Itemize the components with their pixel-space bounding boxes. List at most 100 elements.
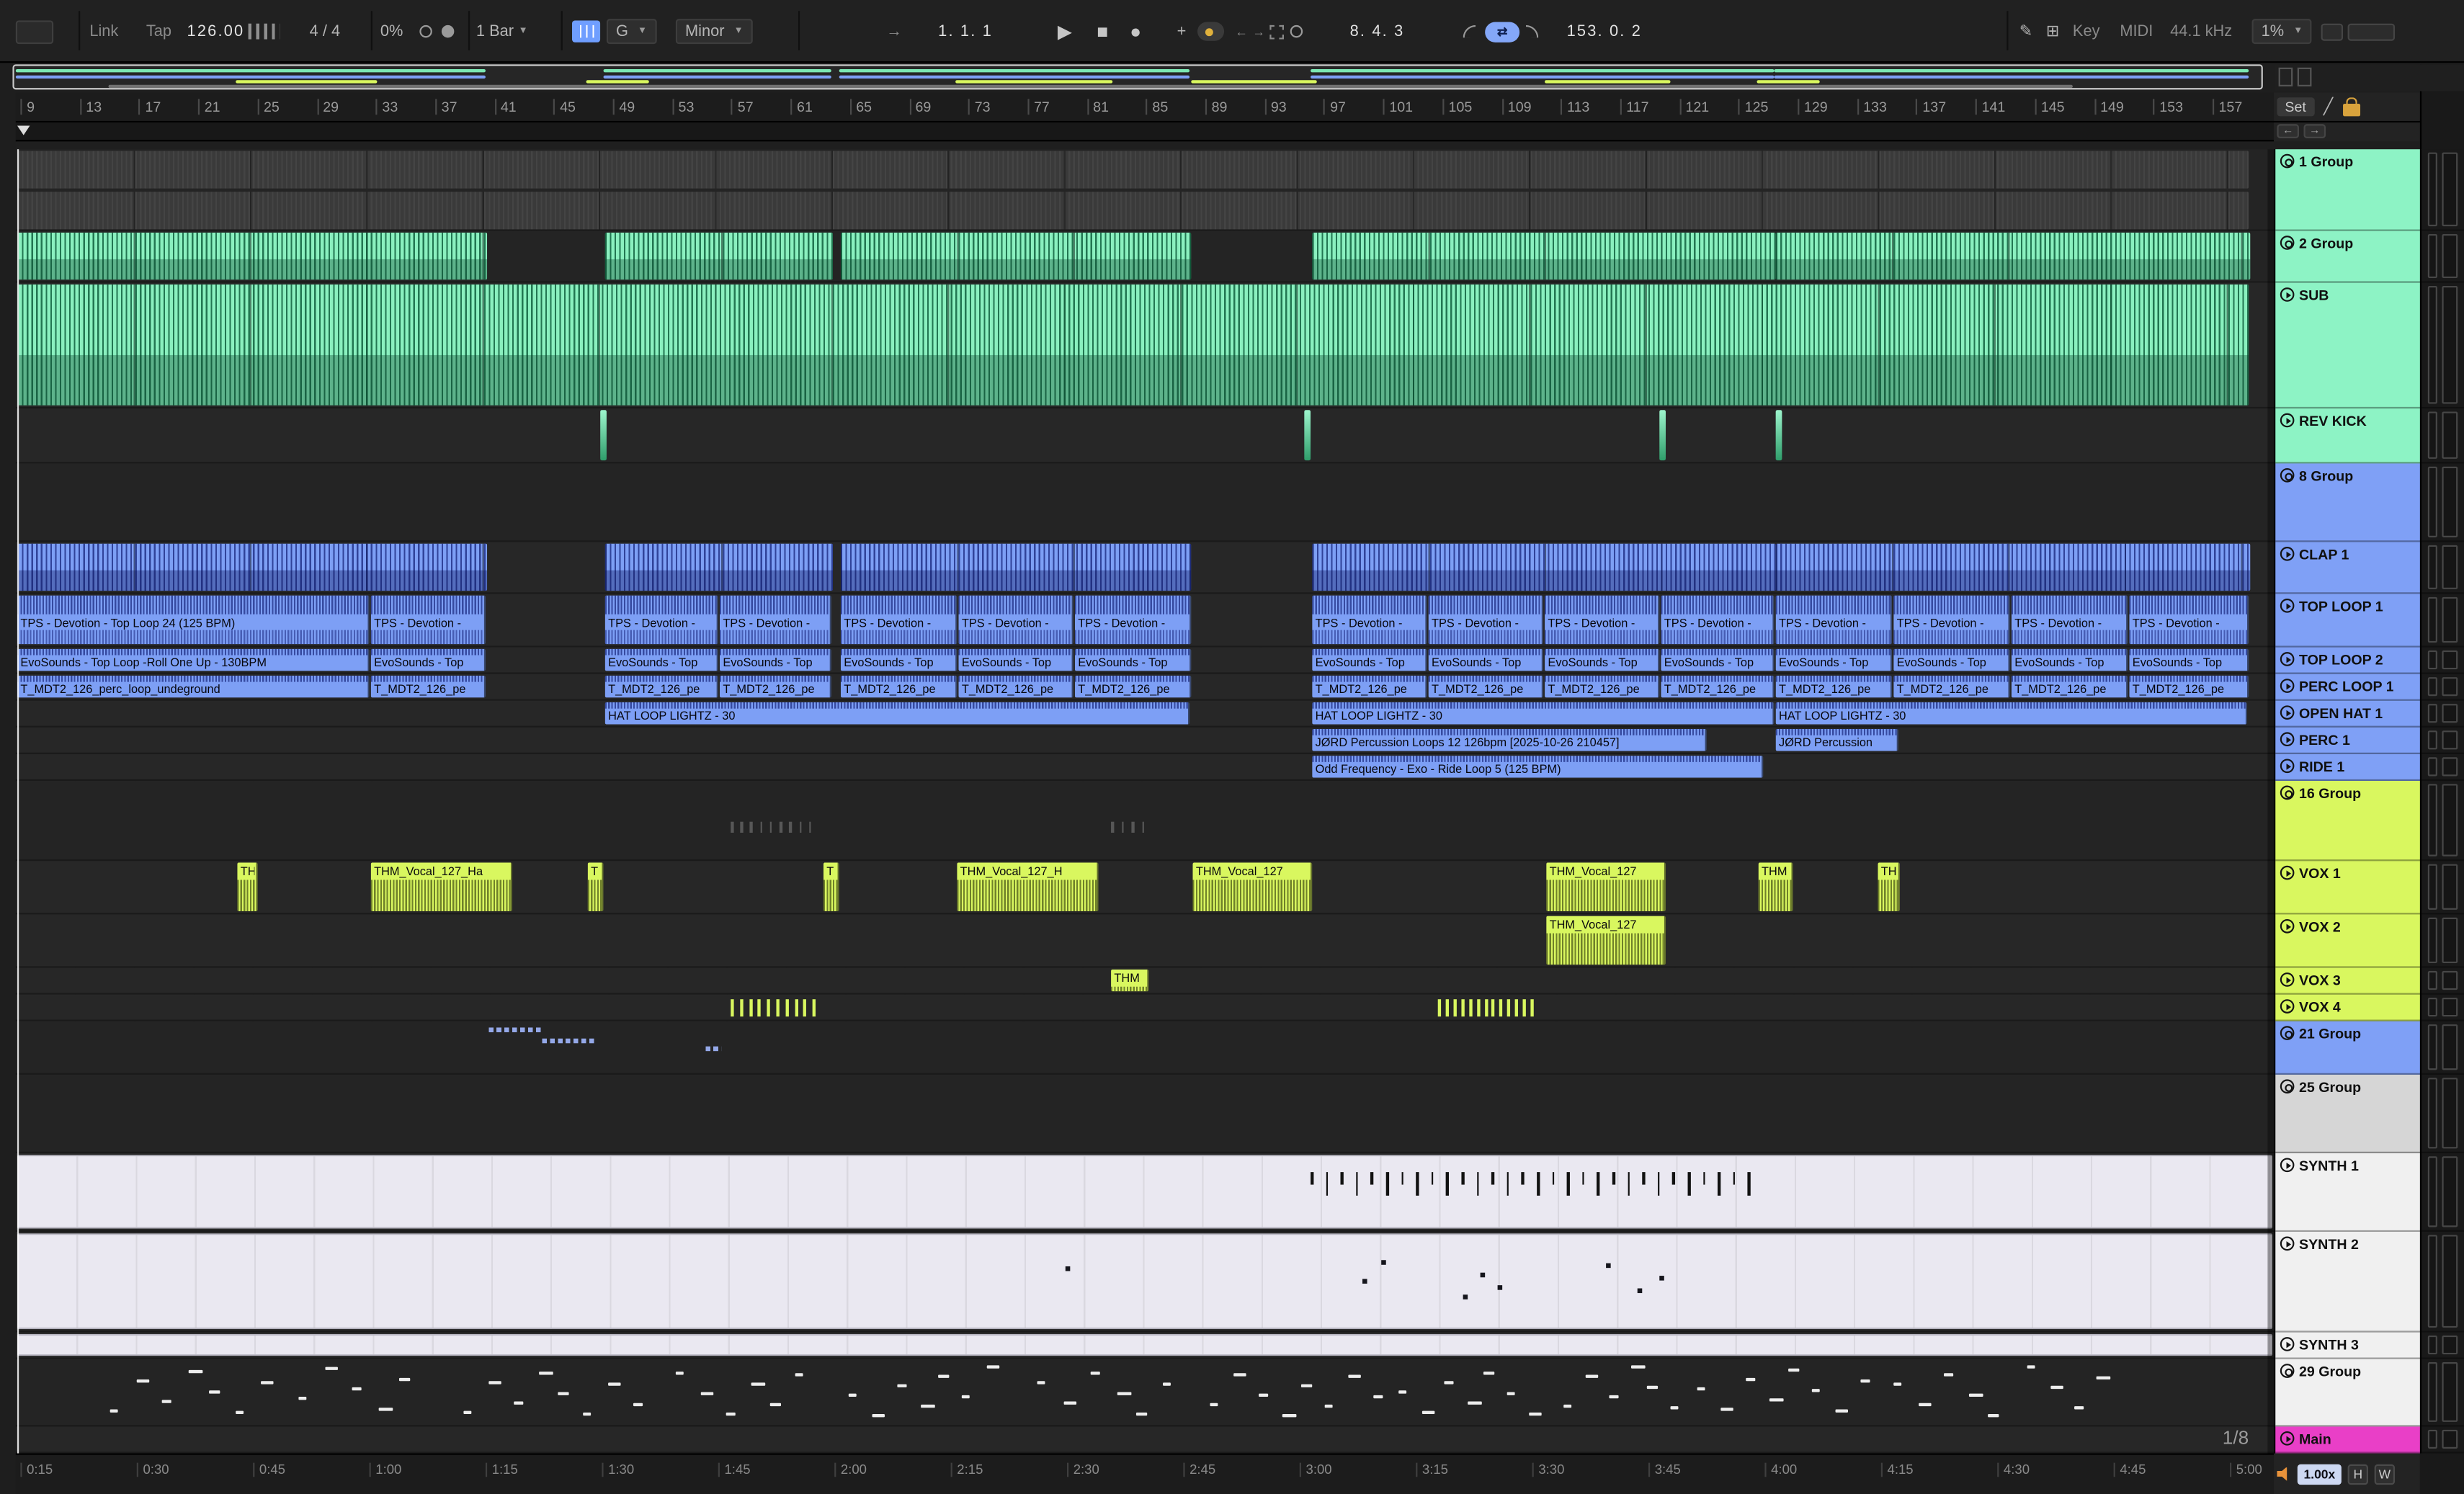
mixer-strip[interactable] — [2421, 728, 2464, 754]
vertical-scrollbar[interactable] — [2267, 149, 2275, 1454]
mixer-box[interactable] — [2427, 704, 2437, 723]
mixer-box[interactable] — [2427, 1429, 2437, 1449]
loop-length-display[interactable]: 153. 0. 2 — [1567, 0, 1643, 63]
audio-clip[interactable]: EvoSounds - Top — [1545, 648, 1660, 671]
mixer-box[interactable] — [2427, 1156, 2437, 1227]
preview-speaker-icon[interactable] — [2277, 1467, 2287, 1481]
mixer-box[interactable] — [2427, 730, 2437, 750]
track-header-perc-loop-1[interactable]: PERC LOOP 1 — [2275, 674, 2422, 701]
audio-clip[interactable]: THM — [1111, 969, 1149, 992]
group-fold-icon[interactable] — [2280, 468, 2295, 483]
midi-map-button[interactable]: MIDI — [2120, 0, 2153, 63]
mixer-box[interactable] — [2427, 285, 2437, 404]
track-header-2-group[interactable]: 2 Group — [2275, 231, 2422, 283]
new-button[interactable]: + — [1177, 0, 1187, 63]
bar-number[interactable]: 97 — [1323, 99, 1346, 115]
audio-clip[interactable]: EvoSounds - Top — [719, 648, 831, 671]
track-lane-sub[interactable] — [15, 282, 2275, 409]
audio-clip[interactable]: HAT LOOP LIGHTZ - 30 — [1312, 702, 1775, 725]
mixer-box[interactable] — [2427, 545, 2437, 589]
mixer-box[interactable] — [2442, 677, 2458, 697]
bar-number[interactable]: 61 — [790, 99, 813, 115]
mixer-box[interactable] — [2427, 411, 2437, 459]
track-header-21-group[interactable]: 21 Group — [2275, 1021, 2422, 1075]
bar-number[interactable]: 13 — [79, 99, 102, 115]
mixer-box[interactable] — [2442, 1235, 2458, 1328]
audio-clip[interactable]: T_MDT2_126_pe — [1074, 675, 1192, 698]
clip-lane[interactable] — [17, 1333, 2272, 1356]
tempo-field[interactable]: 126.00 — [187, 0, 245, 63]
mixer-box[interactable] — [2427, 466, 2437, 537]
mixer-box[interactable] — [2427, 650, 2437, 670]
re-enable-automation-icon[interactable]: → — [1252, 0, 1264, 63]
track-lane-top-loop-2[interactable]: EvoSounds - Top Loop -Roll One Up - 130B… — [15, 647, 2275, 674]
track-lane-rev-kick[interactable] — [15, 408, 2275, 464]
audio-clip[interactable] — [1312, 232, 1776, 280]
loop-start-display[interactable]: 8. 4. 3 — [1350, 0, 1405, 63]
mixer-strip[interactable] — [2421, 995, 2464, 1021]
mixer-box[interactable] — [2427, 917, 2437, 964]
audio-clip[interactable]: TPS - Devotion - — [958, 595, 1073, 645]
track-header-29-group[interactable]: 29 Group — [2275, 1359, 2422, 1427]
menu-icon[interactable] — [15, 0, 54, 63]
track-lane-vox-2[interactable]: THM_Vocal_127 — [15, 914, 2275, 968]
audio-clip[interactable]: THM_Vocal_127_H — [957, 862, 1099, 912]
draw-region-icon[interactable] — [1269, 0, 1284, 63]
mixer-strip[interactable] — [2421, 408, 2464, 464]
track-play-icon[interactable] — [2280, 918, 2295, 934]
mixer-box[interactable] — [2427, 970, 2437, 990]
beat-time-ruler[interactable]: 9 13 17 21 25 29 33 37 41 45 49 53 57 61 65 69 73 77 81 85 8… — [15, 92, 2275, 123]
track-lane-open-hat-1[interactable]: HAT LOOP LIGHTZ - 30 HAT LOOP LIGHTZ - 30… — [15, 700, 2275, 728]
audio-clip[interactable]: THM_Vocal_127 — [1546, 862, 1666, 912]
mixer-strip[interactable] — [2421, 914, 2464, 968]
audio-clip[interactable]: T_MDT2_126_pe — [1661, 675, 1775, 698]
bar-number[interactable]: 81 — [1086, 99, 1109, 115]
mixer-box[interactable] — [2427, 1362, 2437, 1422]
audio-clip[interactable]: TPS - Devotion - — [1312, 595, 1427, 645]
track-header-ride-1[interactable]: RIDE 1 — [2275, 753, 2422, 782]
group-fold-icon[interactable] — [2280, 236, 2295, 250]
clip-lane[interactable] — [17, 1155, 2272, 1229]
scrub-area[interactable] — [15, 122, 2275, 142]
mixer-strip[interactable] — [2421, 594, 2464, 648]
audio-clip[interactable]: EvoSounds - Top Loop -Roll One Up - 130B… — [17, 648, 370, 671]
track-header-synth-3[interactable]: SYNTH 3 — [2275, 1332, 2422, 1359]
mixer-box[interactable] — [2442, 411, 2458, 459]
overview-box-icon[interactable] — [2297, 67, 2312, 86]
track-lane-synth-2[interactable] — [15, 1231, 2275, 1333]
mixer-strip[interactable] — [2421, 149, 2464, 231]
audio-clip[interactable] — [1659, 410, 1666, 461]
audio-clip[interactable]: THM_Vocal_127 — [1546, 916, 1666, 965]
track-play-icon[interactable] — [2280, 705, 2295, 720]
mixer-box[interactable] — [2442, 864, 2458, 910]
audio-clip[interactable] — [17, 232, 488, 280]
track-lane-main[interactable] — [15, 1426, 2275, 1454]
capture-midi-icon[interactable] — [1290, 0, 1303, 63]
audio-clip[interactable]: T_MDT2_126_pe — [370, 675, 486, 698]
bar-number[interactable]: 41 — [494, 99, 517, 115]
mixer-strip[interactable] — [2421, 1232, 2464, 1333]
track-header-main[interactable]: Main — [2275, 1426, 2422, 1454]
arrangement-area[interactable]: 1/8 TPS - Devotion - Top Loop 24 (125 BP… — [15, 149, 2275, 1454]
groove-amount-field[interactable]: 0% — [380, 0, 403, 63]
audio-clip[interactable]: EvoSounds - Top — [1074, 648, 1192, 671]
audio-clip[interactable]: EvoSounds - Top — [1893, 648, 2010, 671]
tap-tempo-button[interactable]: Tap — [146, 0, 171, 63]
track-lane-8-group[interactable] — [15, 463, 2275, 542]
muted-clip[interactable] — [17, 192, 2249, 230]
audio-clip[interactable]: TPS - Devotion - — [2011, 595, 2128, 645]
bar-number[interactable]: 137 — [1916, 99, 1946, 115]
audio-clip[interactable]: TPS - Devotion - — [604, 595, 718, 645]
audio-clip[interactable]: TPS - Devotion - — [1661, 595, 1775, 645]
key-map-button[interactable]: Key — [2073, 0, 2100, 63]
audio-clip[interactable] — [1312, 543, 1776, 591]
track-play-icon[interactable] — [2280, 732, 2295, 747]
mixer-box[interactable] — [2442, 730, 2458, 750]
mixer-box[interactable] — [2427, 596, 2437, 643]
back-to-arrangement-icon[interactable]: ← — [1235, 0, 1247, 63]
mixer-box[interactable] — [2442, 784, 2458, 856]
audio-clip[interactable]: TPS - Devotion - — [370, 595, 486, 645]
play-button[interactable]: ▶ — [1058, 0, 1072, 63]
audio-clip[interactable] — [840, 232, 1192, 280]
mixer-box[interactable] — [2427, 152, 2437, 227]
